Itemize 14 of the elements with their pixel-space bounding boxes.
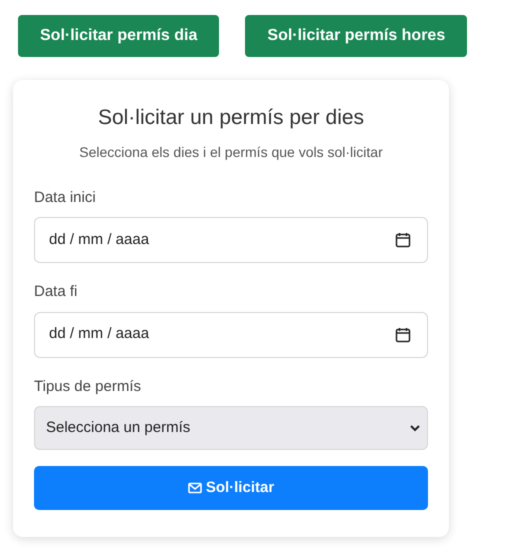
envelope-icon bbox=[188, 482, 202, 494]
request-button[interactable]: Sol·licitar permís dia bbox=[18, 15, 220, 57]
field-label: Data fi bbox=[34, 282, 78, 302]
field-label: Data inici bbox=[34, 188, 97, 208]
field-label: Tipus de permís bbox=[34, 376, 142, 396]
select-dropdown[interactable]: Selecciona un permís bbox=[34, 406, 428, 450]
calendar-icon[interactable] bbox=[395, 326, 411, 342]
date-field[interactable]: dd / mm / aaaa bbox=[34, 312, 428, 358]
form-title: Sol·licitar un permís per dies bbox=[96, 105, 366, 131]
calendar-icon[interactable] bbox=[395, 232, 411, 248]
request-button[interactable]: Sol·licitar permís hores bbox=[245, 15, 468, 57]
form-subtitle: Selecciona els dies i el permís que vols sol·licitar bbox=[78, 142, 384, 162]
submit-button[interactable]: Sol·licitar bbox=[34, 466, 428, 510]
date-field[interactable]: dd / mm / aaaa bbox=[34, 217, 428, 263]
